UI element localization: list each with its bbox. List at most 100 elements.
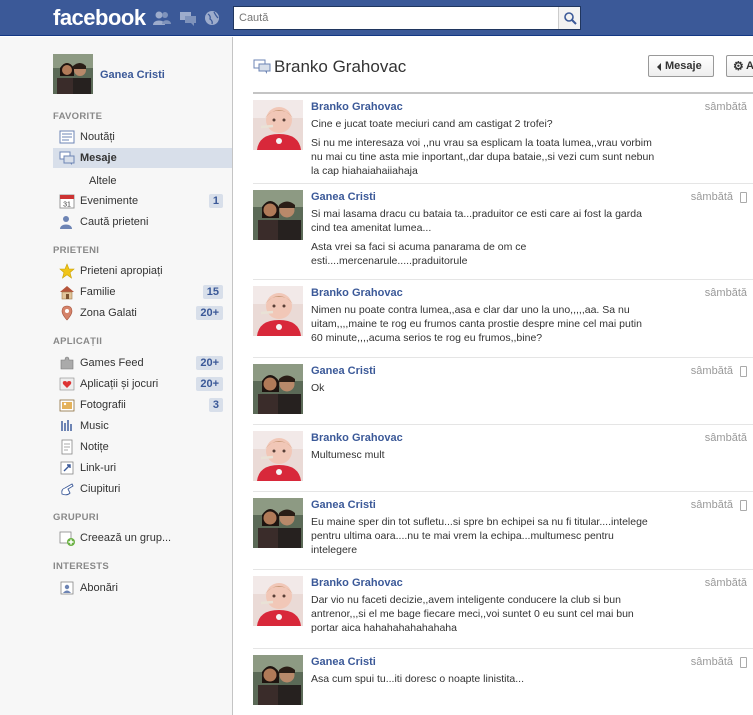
thread-title: Branko Grahovac xyxy=(274,57,407,76)
pokes-hand-icon xyxy=(61,483,74,496)
message-body: Dar vio nu faceti decizie,,avem intelige… xyxy=(311,594,634,634)
author-avatar[interactable] xyxy=(253,100,303,150)
sidebar-item-games-feed[interactable]: Games Feed 20+ xyxy=(53,353,232,373)
message-item: Branko Grahovac sâmbătă Nimen nu poate c… xyxy=(253,280,753,358)
sidebar-divider xyxy=(232,37,233,715)
games-feed-count-badge: 20+ xyxy=(196,356,223,370)
sidebar-item-fotografii[interactable]: Fotografii 3 xyxy=(53,395,232,415)
sidebar-item-evenimente[interactable]: 31 Evenimente 1 xyxy=(53,191,232,211)
apps-count-badge: 20+ xyxy=(196,377,223,391)
create-group-icon xyxy=(59,531,75,546)
sidebar-sub-altele[interactable]: Altele xyxy=(89,175,117,187)
sidebar-item-ciupituri[interactable]: Ciupituri xyxy=(53,479,232,499)
message-author[interactable]: Ganea Cristi xyxy=(311,365,376,377)
back-arrow-icon xyxy=(657,63,661,71)
author-avatar[interactable] xyxy=(253,364,303,414)
message-author[interactable]: Branko Grahovac xyxy=(311,287,403,299)
message-timestamp: sâmbătă xyxy=(690,656,733,668)
message-author[interactable]: Branko Grahovac xyxy=(311,432,403,444)
calendar-icon: 31 xyxy=(59,194,75,209)
mobile-phone-icon xyxy=(740,192,747,203)
search-button[interactable] xyxy=(558,7,580,29)
family-count-badge: 15 xyxy=(202,285,223,299)
message-timestamp: sâmbătă xyxy=(704,287,747,299)
find-friends-icon xyxy=(60,216,72,229)
location-pin-icon xyxy=(61,305,73,321)
message-author[interactable]: Branko Grahovac xyxy=(311,101,403,113)
message-body: Asa cum spui tu...iti doresc o noapte li… xyxy=(311,673,525,685)
sidebar-item-abonari[interactable]: Abonări xyxy=(53,578,232,598)
sidebar-item-cauta-prieteni[interactable]: Caută prieteni xyxy=(53,212,232,232)
notifications-globe-icon[interactable] xyxy=(204,10,222,26)
search-input[interactable] xyxy=(234,7,558,29)
message-item: Branko Grahovac sâmbătă Dar vio nu facet… xyxy=(253,570,753,649)
mobile-phone-icon xyxy=(740,500,747,511)
message-author[interactable]: Ganea Cristi xyxy=(311,191,376,203)
sidebar-item-notite[interactable]: Notițe xyxy=(53,437,232,457)
message-body: Ok xyxy=(311,382,325,394)
message-item: Branko Grahovac sâmbătă Multumesc mult xyxy=(253,425,753,492)
message-item: Ganea Cristi sâmbătă Asa cum spui tu...i… xyxy=(253,649,753,715)
message-item: Ganea Cristi sâmbătă Si mai lasama dracu… xyxy=(253,184,753,280)
section-favorite: FAVORITE xyxy=(53,111,103,122)
sidebar-item-noutati[interactable]: Noutăți xyxy=(53,127,232,147)
mobile-phone-icon xyxy=(740,657,747,668)
author-avatar[interactable] xyxy=(253,498,303,548)
message-timestamp: sâmbătă xyxy=(704,577,747,589)
links-icon xyxy=(60,461,74,475)
actions-button[interactable]: ⚙ A xyxy=(726,55,753,77)
message-timestamp: sâmbătă xyxy=(690,499,733,511)
profile-name[interactable]: Ganea Cristi xyxy=(100,69,165,81)
section-grupuri: GRUPURI xyxy=(53,512,99,523)
author-avatar[interactable] xyxy=(253,190,303,240)
sidebar-item-familie[interactable]: Familie 15 xyxy=(53,282,232,302)
subscriptions-icon xyxy=(60,581,74,595)
messages-icon xyxy=(59,151,75,165)
sidebar-item-creeaza-grup[interactable]: Creează un grup... xyxy=(53,528,232,548)
search-box xyxy=(233,6,581,30)
events-count-badge: 1 xyxy=(208,194,223,208)
music-icon xyxy=(61,420,72,431)
facebook-logo[interactable]: facebook xyxy=(53,5,146,31)
friend-requests-icon[interactable] xyxy=(153,10,171,26)
profile-avatar[interactable] xyxy=(53,54,93,94)
gear-icon: ⚙ xyxy=(733,59,744,73)
message-body: Nimen nu poate contra lumea,,asa e clar … xyxy=(311,304,642,344)
author-avatar[interactable] xyxy=(253,655,303,705)
message-timestamp: sâmbătă xyxy=(690,365,733,377)
sidebar-item-aplicatii-jocuri[interactable]: Aplicații și jocuri 20+ xyxy=(53,374,232,394)
message-item: Ganea Cristi sâmbătă Ok xyxy=(253,358,753,425)
message-body: Cine e jucat toate meciuri cand am casti… xyxy=(311,118,655,177)
puzzle-icon xyxy=(60,356,74,370)
sidebar-item-music[interactable]: Music xyxy=(53,416,232,436)
messages-icon[interactable] xyxy=(179,10,197,26)
message-body: Multumesc mult xyxy=(311,449,385,461)
section-interests: INTERESTS xyxy=(53,561,110,572)
photos-icon xyxy=(59,399,75,412)
notes-icon xyxy=(61,439,73,455)
message-item: Branko Grahovac sâmbătă Cine e jucat toa… xyxy=(253,94,753,184)
zona-galati-count-badge: 20+ xyxy=(196,306,223,320)
message-author[interactable]: Branko Grahovac xyxy=(311,577,403,589)
sidebar-item-link-uri[interactable]: Link-uri xyxy=(53,458,232,478)
message-body: Si mai lasama dracu cu bataia ta...pradu… xyxy=(311,208,642,267)
message-body: Eu maine sper din tot sufletu...si spre … xyxy=(311,516,648,556)
message-item: Ganea Cristi sâmbătă Eu maine sper din t… xyxy=(253,492,753,570)
message-timestamp: sâmbătă xyxy=(704,432,747,444)
mobile-phone-icon xyxy=(740,366,747,377)
message-author[interactable]: Ganea Cristi xyxy=(311,499,376,511)
back-to-messages-button[interactable]: Mesaje xyxy=(648,55,714,77)
apps-heart-icon xyxy=(59,377,75,391)
author-avatar[interactable] xyxy=(253,431,303,481)
author-avatar[interactable] xyxy=(253,286,303,336)
svg-text:31: 31 xyxy=(63,202,71,209)
message-timestamp: sâmbătă xyxy=(704,101,747,113)
section-prieteni: PRIETENI xyxy=(53,245,100,256)
author-avatar[interactable] xyxy=(253,576,303,626)
sidebar-item-zona-galati[interactable]: Zona Galati 20+ xyxy=(53,303,232,323)
sidebar-item-mesaje[interactable]: Mesaje xyxy=(53,148,232,168)
thread-messages-icon xyxy=(253,59,271,74)
sidebar-item-prieteni-apropiati[interactable]: Prieteni apropiați xyxy=(53,261,232,281)
section-aplicatii: APLICAȚII xyxy=(53,336,103,347)
message-author[interactable]: Ganea Cristi xyxy=(311,656,376,668)
